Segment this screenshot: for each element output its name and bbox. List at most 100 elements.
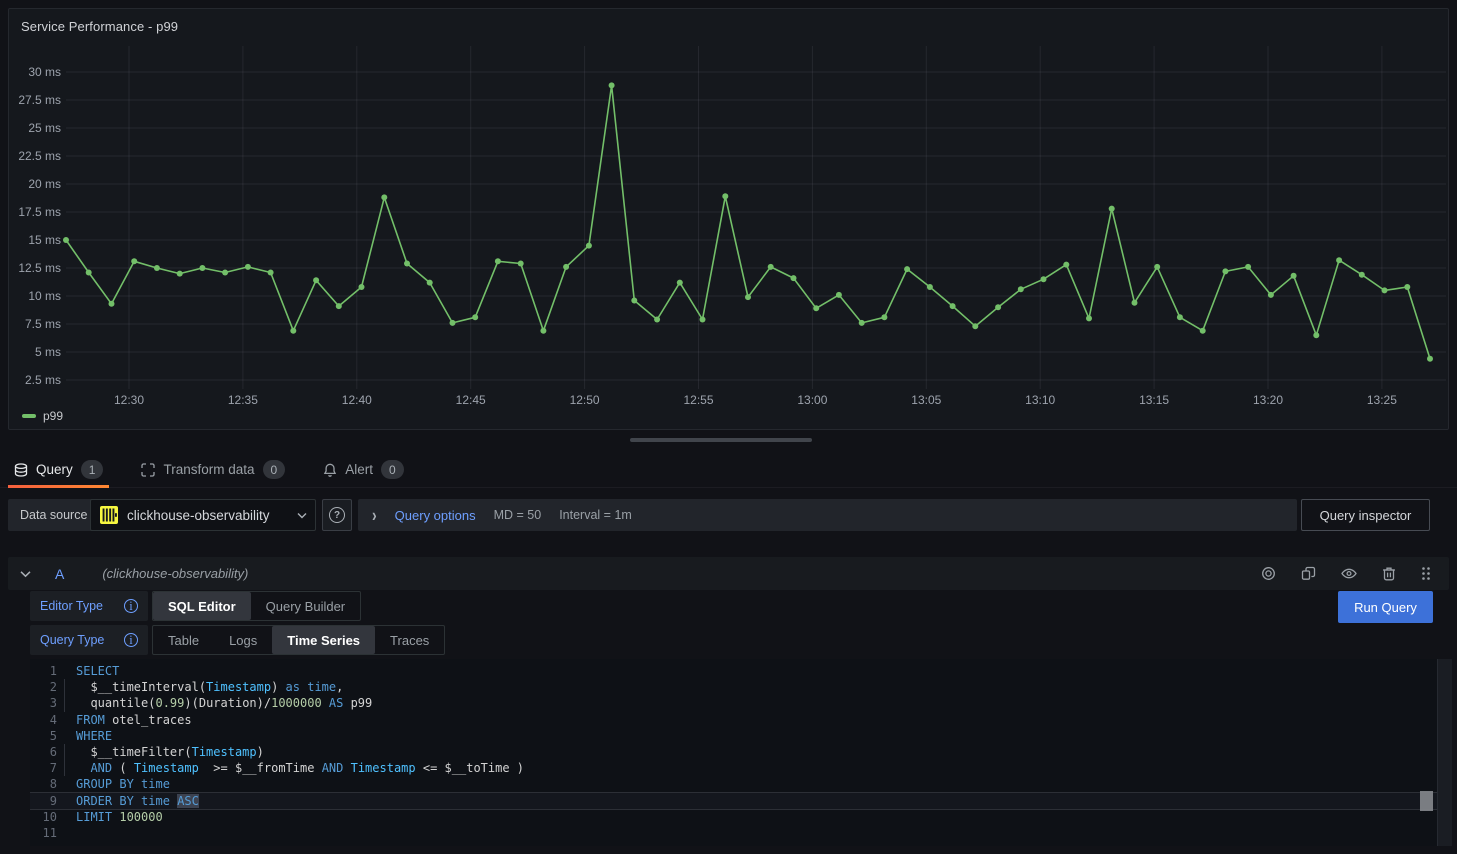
duplicate-query-icon[interactable] [1301,566,1316,581]
query-type-option-logs[interactable]: Logs [214,626,272,654]
line-number: 4 [30,712,57,728]
line-number: 7 [30,760,57,776]
tab-query[interactable]: Query 1 [8,452,109,487]
code-line-6[interactable]: 6 $__timeFilter(Timestamp) [30,744,1437,760]
query-type-switcher: Table Logs Time Series Traces [152,625,445,655]
legend-label: p99 [43,409,63,423]
line-number: 8 [30,776,57,792]
svg-text:10 ms: 10 ms [28,289,61,303]
svg-text:12:45: 12:45 [456,393,486,407]
editor-type-switcher: SQL Editor Query Builder [152,591,361,621]
datasource-help-button[interactable]: ? [322,499,352,531]
datasource-picker[interactable]: clickhouse-observability [90,499,316,531]
hide-response-icon[interactable] [1341,567,1357,580]
panel-horizontal-scrollbar[interactable] [630,438,812,442]
timeseries-chart[interactable]: 30 ms27.5 ms25 ms22.5 ms20 ms17.5 ms15 m… [9,9,1448,429]
code-line-9[interactable]: 9ORDER BY time ASC [30,793,1437,809]
tab-transform-count-badge: 0 [263,460,286,479]
line-number: 6 [30,744,57,760]
code-line-11[interactable]: 11 [30,825,1437,841]
timeseries-panel: Service Performance - p99 30 ms27.5 ms25… [8,8,1449,430]
editor-type-option-sql-editor[interactable]: SQL Editor [153,592,251,620]
disable-query-icon[interactable] [1261,566,1276,581]
sql-code-editor[interactable]: 1SELECT2 $__timeInterval(Timestamp) as t… [30,659,1452,846]
svg-text:13:15: 13:15 [1139,393,1169,407]
tab-alert[interactable]: Alert 0 [317,452,409,487]
tab-transform-label: Transform data [163,462,254,477]
editor-type-option-query-builder[interactable]: Query Builder [251,592,360,620]
remove-query-icon[interactable] [1382,566,1396,581]
line-content: $__timeInterval(Timestamp) as time, [57,679,1437,695]
query-type-option-table[interactable]: Table [153,626,214,654]
svg-text:12.5 ms: 12.5 ms [18,261,61,275]
datasource-selected-value: clickhouse-observability [127,508,289,523]
editor-scrollbar-thumb[interactable] [1420,791,1433,811]
line-content: SELECT [57,663,1437,679]
question-circle-icon: ? [329,507,345,523]
svg-text:13:00: 13:00 [797,393,827,407]
query-type-row: Query Type i Table Logs Time Series Trac… [30,625,445,655]
code-line-10[interactable]: 10LIMIT 100000 [30,809,1437,825]
query-datasource-hint: (clickhouse-observability) [102,566,248,581]
code-line-5[interactable]: 5WHERE [30,728,1437,744]
tab-transform-data[interactable]: Transform data 0 [135,452,291,487]
line-content: quantile(0.99)(Duration)/1000000 AS p99 [57,695,1437,711]
line-number: 11 [30,825,57,841]
line-content: WHERE [57,728,1437,744]
query-type-label: Query Type i [30,625,148,655]
query-options-link[interactable]: Query options [395,508,476,523]
drag-handle-icon[interactable] [1421,566,1431,581]
info-icon[interactable]: i [124,599,138,613]
line-number: 10 [30,809,57,825]
collapse-chevron-icon[interactable] [20,570,31,578]
svg-text:15 ms: 15 ms [28,233,61,247]
info-icon[interactable]: i [124,633,138,647]
tab-alert-label: Alert [345,462,373,477]
code-line-7[interactable]: 7 AND ( Timestamp >= $__fromTime AND Tim… [30,760,1437,776]
query-options-bar[interactable]: › Query options MD = 50 Interval = 1m [358,499,1297,531]
svg-text:12:50: 12:50 [570,393,600,407]
editor-type-label: Editor Type i [30,591,148,621]
interval-value: Interval = 1m [559,508,632,522]
code-line-8[interactable]: 8GROUP BY time [30,776,1437,792]
code-line-4[interactable]: 4FROM otel_traces [30,712,1437,728]
svg-text:17.5 ms: 17.5 ms [18,205,61,219]
transform-icon [141,463,155,477]
legend-item-p99[interactable]: p99 [22,409,63,423]
query-actions [1261,566,1437,581]
code-line-2[interactable]: 2 $__timeInterval(Timestamp) as time, [30,679,1437,695]
query-ref-id: A [55,566,64,582]
svg-text:22.5 ms: 22.5 ms [18,149,61,163]
svg-text:12:35: 12:35 [228,393,258,407]
panel-title[interactable]: Service Performance - p99 [21,19,178,34]
run-query-button[interactable]: Run Query [1338,591,1433,623]
query-type-option-traces[interactable]: Traces [375,626,444,654]
svg-text:13:20: 13:20 [1253,393,1283,407]
query-type-option-time-series[interactable]: Time Series [272,626,375,654]
chevron-down-icon [297,512,307,519]
svg-text:13:10: 13:10 [1025,393,1055,407]
line-number: 1 [30,663,57,679]
line-number: 5 [30,728,57,744]
svg-text:13:25: 13:25 [1367,393,1397,407]
code-line-1[interactable]: 1SELECT [30,663,1437,679]
legend-swatch [22,414,36,418]
svg-text:2.5 ms: 2.5 ms [25,373,61,387]
svg-text:12:55: 12:55 [683,393,713,407]
svg-text:27.5 ms: 27.5 ms [18,93,61,107]
line-content: ORDER BY time ASC [57,793,1437,809]
active-tab-underline [8,485,109,488]
svg-text:5 ms: 5 ms [35,345,61,359]
line-content: LIMIT 100000 [57,809,1437,825]
line-number: 2 [30,679,57,695]
line-content: FROM otel_traces [57,712,1437,728]
line-content: AND ( Timestamp >= $__fromTime AND Times… [57,760,1437,776]
query-inspector-button[interactable]: Query inspector [1301,499,1430,531]
code-line-3[interactable]: 3 quantile(0.99)(Duration)/1000000 AS p9… [30,695,1437,711]
editor-scrollbar-track[interactable] [1437,659,1452,846]
tab-query-label: Query [36,462,73,477]
bell-icon [323,463,337,477]
query-row-header[interactable]: A (clickhouse-observability) [8,557,1449,590]
datasource-label: Data source [8,499,99,531]
datasource-row: Data source clickhouse-observability ? ›… [0,499,1457,531]
